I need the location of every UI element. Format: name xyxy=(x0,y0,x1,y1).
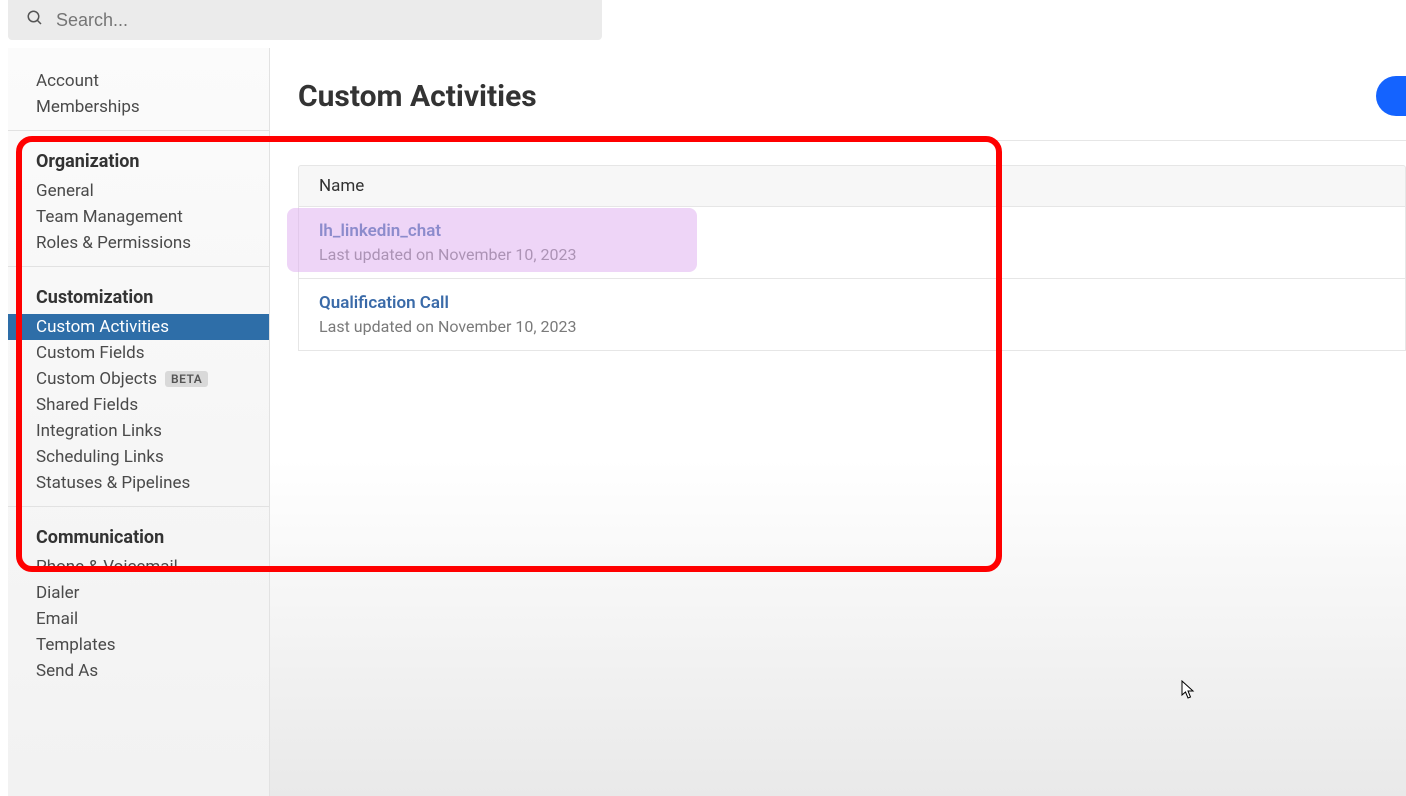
sidebar-item-roles-permissions[interactable]: Roles & Permissions xyxy=(8,230,269,256)
sidebar-item-integration-links[interactable]: Integration Links xyxy=(8,418,269,444)
sidebar-item-memberships[interactable]: Memberships xyxy=(8,94,269,120)
table-header-name: Name xyxy=(298,165,1406,207)
sidebar-heading-customization: Customization xyxy=(8,281,269,314)
activity-meta: Last updated on November 10, 2023 xyxy=(319,317,1385,336)
add-custom-activity-button[interactable] xyxy=(1376,76,1406,116)
sidebar-item-statuses-pipelines[interactable]: Statuses & Pipelines xyxy=(8,470,269,496)
beta-badge: BETA xyxy=(165,371,208,387)
activity-name[interactable]: lh_linkedin_chat xyxy=(319,221,1385,241)
table-row[interactable]: lh_linkedin_chat Last updated on Novembe… xyxy=(298,207,1406,279)
search-icon xyxy=(26,9,44,32)
table-row[interactable]: Qualification Call Last updated on Novem… xyxy=(298,279,1406,351)
settings-sidebar: Account Memberships Organization General… xyxy=(8,48,270,796)
sidebar-item-account[interactable]: Account xyxy=(8,68,269,94)
sidebar-item-email[interactable]: Email xyxy=(8,606,269,632)
search-bar[interactable] xyxy=(8,0,602,40)
sidebar-item-phone-voicemail[interactable]: Phone & Voicemail xyxy=(8,554,269,580)
sidebar-heading-communication: Communication xyxy=(8,521,269,554)
sidebar-item-shared-fields[interactable]: Shared Fields xyxy=(8,392,269,418)
sidebar-item-dialer[interactable]: Dialer xyxy=(8,580,269,606)
sidebar-item-team-management[interactable]: Team Management xyxy=(8,204,269,230)
sidebar-item-scheduling-links[interactable]: Scheduling Links xyxy=(8,444,269,470)
sidebar-item-general[interactable]: General xyxy=(8,178,269,204)
sidebar-item-custom-fields[interactable]: Custom Fields xyxy=(8,340,269,366)
activity-meta: Last updated on November 10, 2023 xyxy=(319,245,1385,264)
sidebar-item-label: Custom Objects xyxy=(36,369,157,389)
sidebar-item-send-as[interactable]: Send As xyxy=(8,658,269,684)
search-input[interactable] xyxy=(56,10,584,31)
sidebar-item-custom-activities[interactable]: Custom Activities xyxy=(8,314,269,340)
sidebar-item-custom-objects[interactable]: Custom Objects BETA xyxy=(8,366,269,392)
activity-name[interactable]: Qualification Call xyxy=(319,293,1385,313)
sidebar-item-templates[interactable]: Templates xyxy=(8,632,269,658)
main-content: Custom Activities Name lh_linkedin_chat … xyxy=(270,48,1406,796)
sidebar-heading-organization: Organization xyxy=(8,145,269,178)
page-title: Custom Activities xyxy=(298,79,537,114)
